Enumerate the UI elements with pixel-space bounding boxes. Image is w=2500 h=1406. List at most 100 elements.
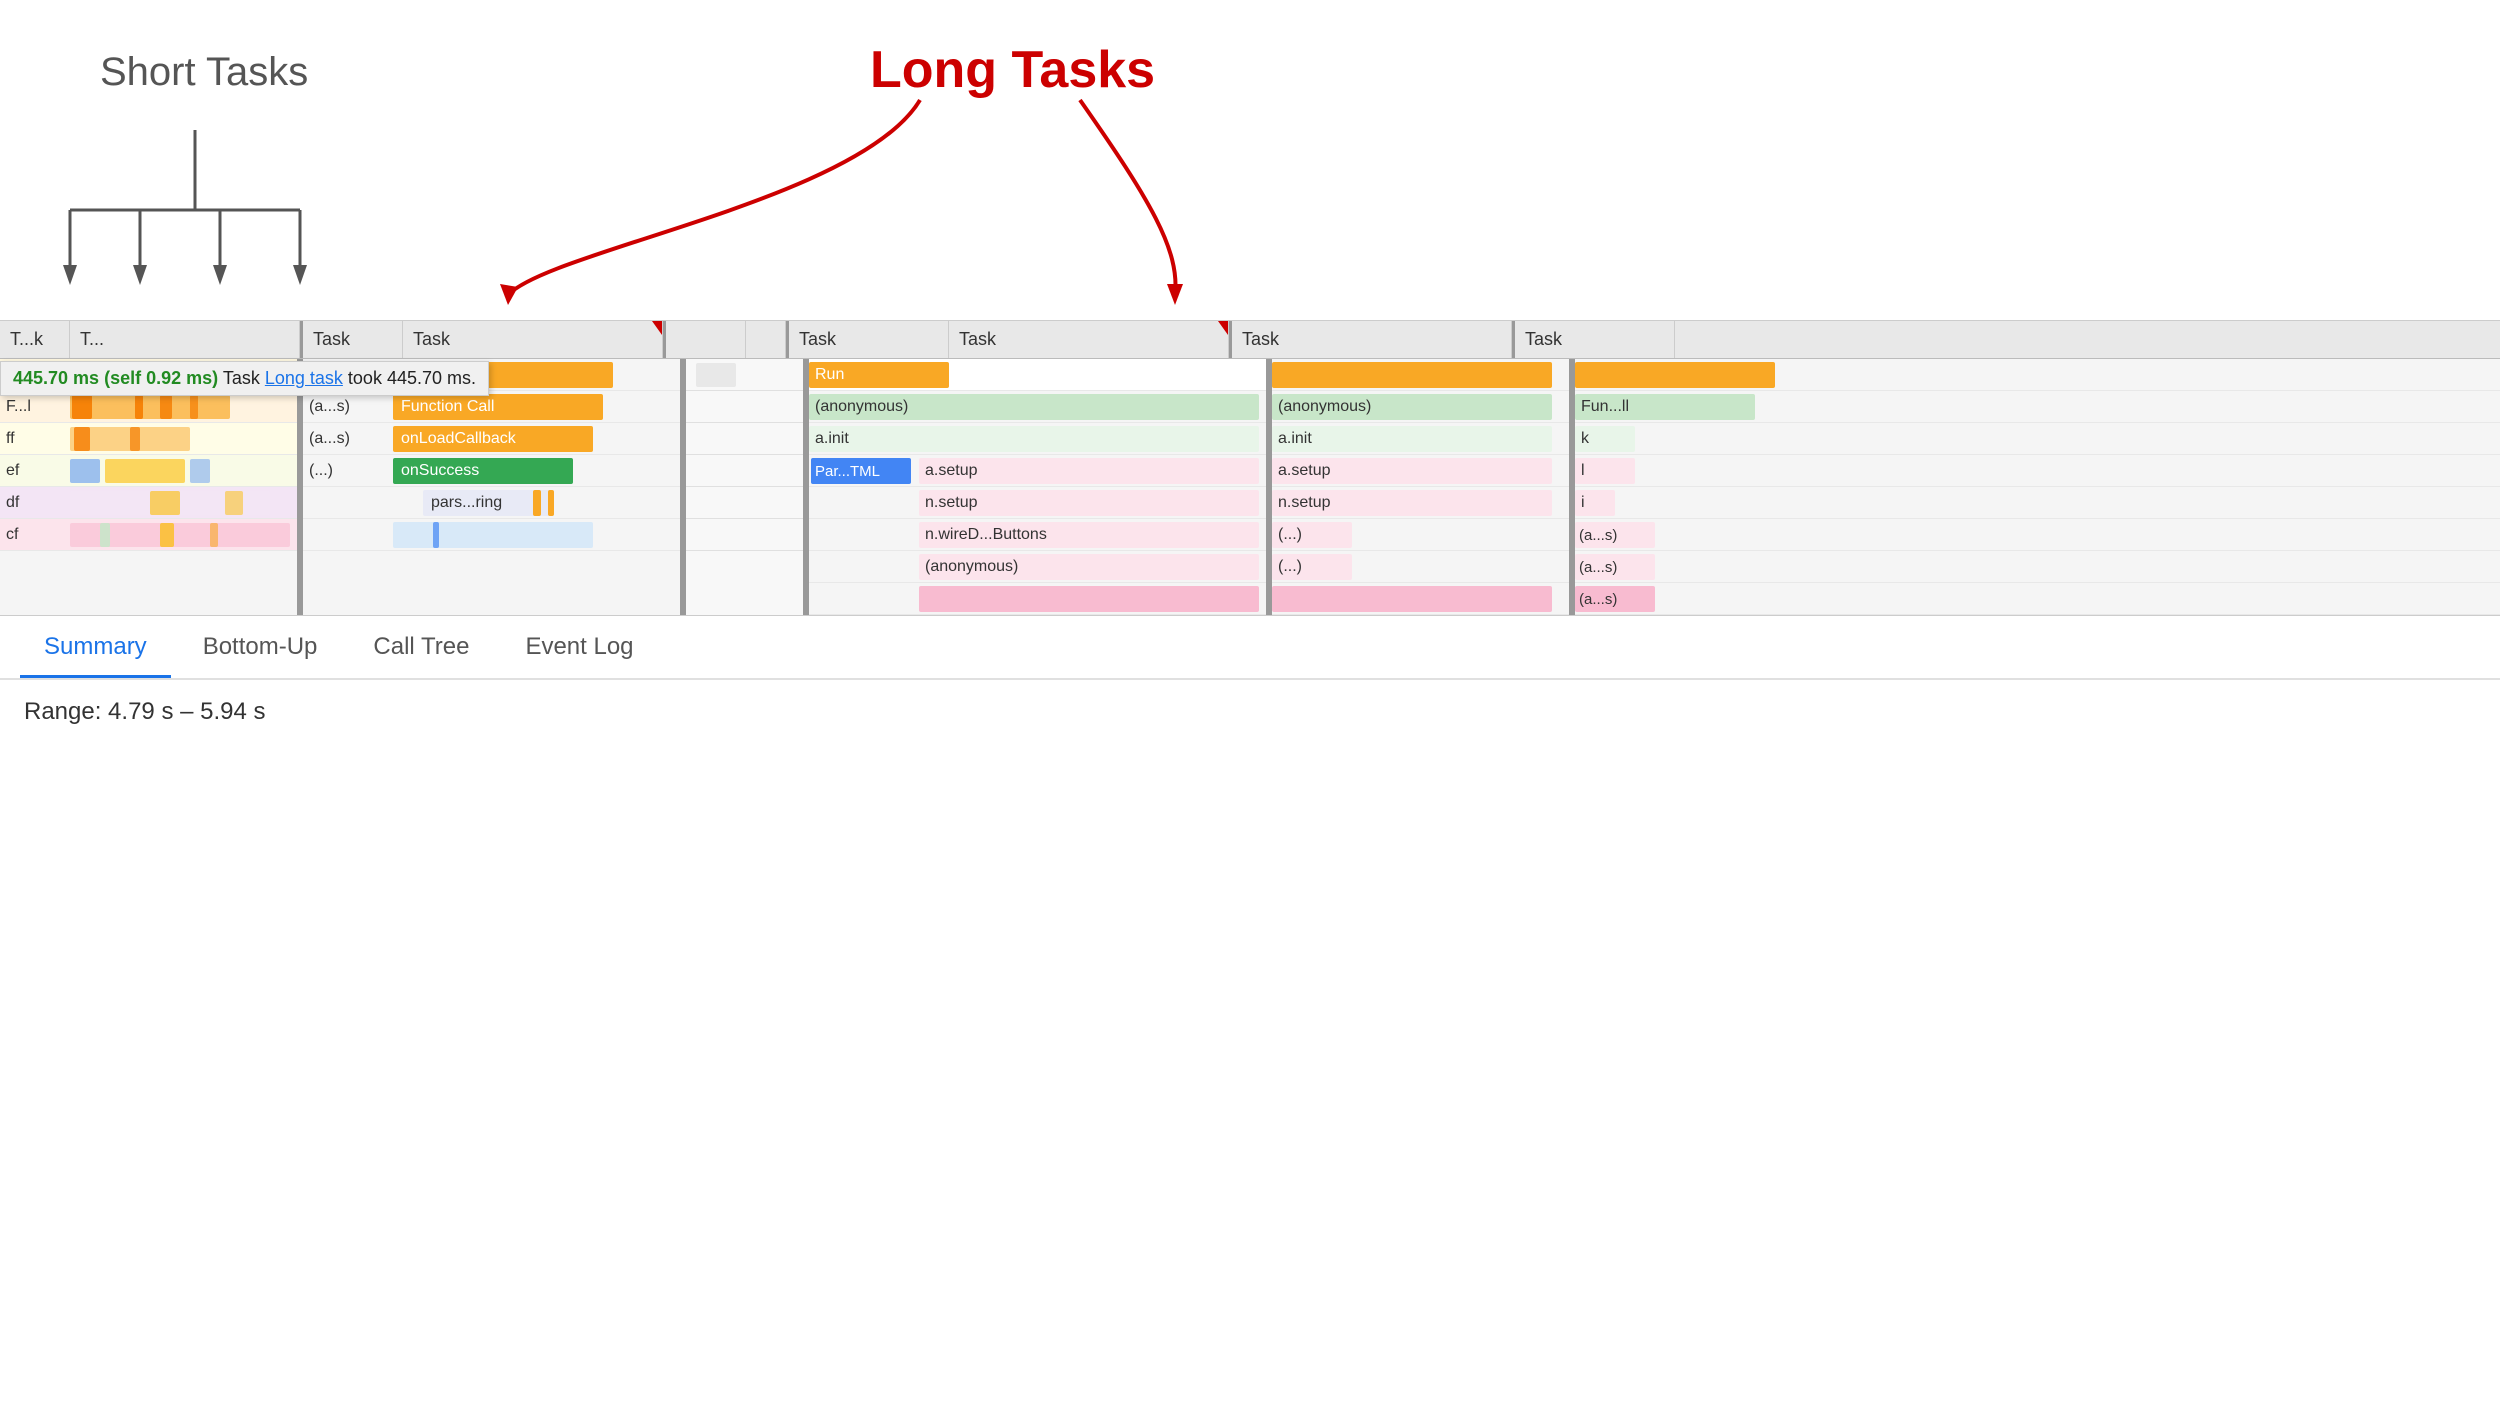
cell-s4-extra — [1272, 583, 1569, 614]
cell-s4-asetup: a.setup — [1272, 455, 1569, 486]
cell-df-bars — [70, 487, 297, 518]
profiler-header-row: T...k T... Task Task Task Task Task Task — [0, 321, 2500, 359]
s5-k-bar: k — [1575, 426, 1635, 452]
row-extra3 — [809, 583, 1266, 615]
col-header-task2b: Task — [403, 321, 663, 358]
tab-event-log[interactable]: Event Log — [501, 619, 657, 678]
cell-run: Run — [809, 359, 1266, 390]
anon1-bar: (anonymous) — [809, 394, 1259, 420]
col-header-task3a: Task — [789, 321, 949, 358]
row-s4-anon: (anonymous) — [1272, 391, 1569, 423]
row-s5-k: k — [1575, 423, 2500, 455]
row-run: Run — [809, 359, 1266, 391]
col-header-task3b: Task — [949, 321, 1229, 358]
cell-extra1-bars — [393, 519, 680, 550]
col-header-tk: T...k — [0, 321, 70, 358]
tab-call-tree[interactable]: Call Tree — [349, 619, 493, 678]
tabs-area: Summary Bottom-Up Call Tree Event Log — [0, 616, 2500, 680]
cell-s5-1 — [1575, 359, 2500, 390]
annotation-area: Short Tasks Long Tasks — [0, 0, 2500, 320]
cell-nwire: n.wireD...Buttons — [809, 519, 1266, 550]
s5-as1-bar: (a...s) — [1575, 522, 1655, 548]
cell-s5-as3: (a...s) — [1575, 583, 2500, 614]
cell-as1: (a...s) — [303, 396, 393, 418]
cell-s4-etc: (...) — [1272, 519, 1569, 550]
cell-anon1: (anonymous) — [809, 391, 1266, 422]
cell-s4-nsetup: n.setup — [1272, 487, 1569, 518]
row-nsetup: n.setup — [809, 487, 1266, 519]
cell-extra1 — [303, 533, 393, 537]
asetup-bar: a.setup — [919, 458, 1259, 484]
s4-extra-bar — [1272, 586, 1552, 612]
row-s5-as1: (a...s) — [1575, 519, 2500, 551]
long-tasks-label: Long Tasks — [870, 40, 1155, 100]
col-header-t1: T... — [70, 321, 300, 358]
tooltip-suffix: took 445.70 ms. — [348, 368, 476, 388]
s5-as2-bar: (a...s) — [1575, 554, 1655, 580]
row-s5-as3: (a...s) — [1575, 583, 2500, 615]
row-onload: (a...s) onLoadCallback — [303, 423, 680, 455]
profiler-panel: T...k T... Task Task Task Task Task Task — [0, 320, 2500, 616]
cell-s4-etc2: (...) — [1272, 551, 1569, 582]
cell-ff: ff — [0, 428, 70, 450]
cell-ff-bars — [70, 423, 297, 454]
s4-nsetup-bar: n.setup — [1272, 490, 1552, 516]
row-s4-extra — [1272, 583, 1569, 615]
section2: Ev...pt XHR Load (a...s) Function Call (… — [303, 359, 683, 615]
row-onsuccess: (...) onSuccess — [303, 455, 680, 487]
nwire-bar: n.wireD...Buttons — [919, 522, 1259, 548]
ainit-bar: a.init — [809, 426, 1259, 452]
range-label: Range: 4.79 s – 5.94 s — [24, 698, 266, 725]
tooltip-text: Task — [223, 368, 265, 388]
tab-bottom-up[interactable]: Bottom-Up — [179, 619, 342, 678]
section1: T...d F.. — [0, 359, 300, 615]
cell-fl: F...l — [0, 396, 70, 418]
row-cf: cf — [0, 519, 297, 551]
cell-nsetup: n.setup — [809, 487, 1266, 518]
extra3-bar — [919, 586, 1259, 612]
cell-onload: onLoadCallback — [393, 423, 680, 454]
s4-etc-bar: (...) — [1272, 522, 1352, 548]
cell-s4-anon: (anonymous) — [1272, 391, 1569, 422]
cell-s5-as1: (a...s) — [1575, 519, 2500, 550]
tooltip-link: Long task — [265, 368, 343, 388]
row-ainit: a.init — [809, 423, 1266, 455]
s4-etc2-bar: (...) — [1272, 554, 1352, 580]
short-tasks-label: Short Tasks — [100, 50, 308, 95]
cell-empty1 — [303, 501, 393, 505]
cell-anon2: (anonymous) — [809, 551, 1266, 582]
cell-ainit: a.init — [809, 423, 1266, 454]
cell-onsuccess: onSuccess — [393, 455, 680, 486]
col-header-task2a: Task — [303, 321, 403, 358]
cell-partml: Par...TML — [809, 455, 919, 486]
cell-s5-l: l — [1575, 455, 2500, 486]
s5-1-bar — [1575, 362, 1775, 388]
row-extra1 — [303, 519, 680, 551]
gray-area — [686, 359, 806, 615]
section3: 445.70 ms (self 0.92 ms) Task Long task … — [809, 359, 1269, 615]
row-ff: ff — [0, 423, 297, 455]
functioncall-bar: Function Call — [393, 394, 603, 420]
onload-bar: onLoadCallback — [393, 426, 593, 452]
row-parsing: pars...ring — [303, 487, 680, 519]
row-df: df — [0, 487, 297, 519]
row-s4-1 — [1272, 359, 1569, 391]
s5-funll-bar: Fun...ll — [1575, 394, 1755, 420]
cell-s5-funll: Fun...ll — [1575, 391, 2500, 422]
s4-ainit-bar: a.init — [1272, 426, 1552, 452]
tab-summary[interactable]: Summary — [20, 619, 171, 678]
row-s5-l: l — [1575, 455, 2500, 487]
row-s5-1 — [1575, 359, 2500, 391]
row-s5-as2: (a...s) — [1575, 551, 2500, 583]
cell-s5-i: i — [1575, 487, 2500, 518]
anon2-bar: (anonymous) — [919, 554, 1259, 580]
row-partml: Par...TML a.setup — [809, 455, 1266, 487]
cell-s4-ainit: a.init — [1272, 423, 1569, 454]
section4: (anonymous) a.init a.setup n.setup — [1272, 359, 1572, 615]
row-anon2: (anonymous) — [809, 551, 1266, 583]
range-bar: Range: 4.79 s – 5.94 s — [0, 680, 2500, 744]
s5-as3-bar: (a...s) — [1575, 586, 1655, 612]
s5-i-bar: i — [1575, 490, 1615, 516]
row-s4-etc: (...) — [1272, 519, 1569, 551]
tooltip: 445.70 ms (self 0.92 ms) Task Long task … — [0, 361, 489, 396]
